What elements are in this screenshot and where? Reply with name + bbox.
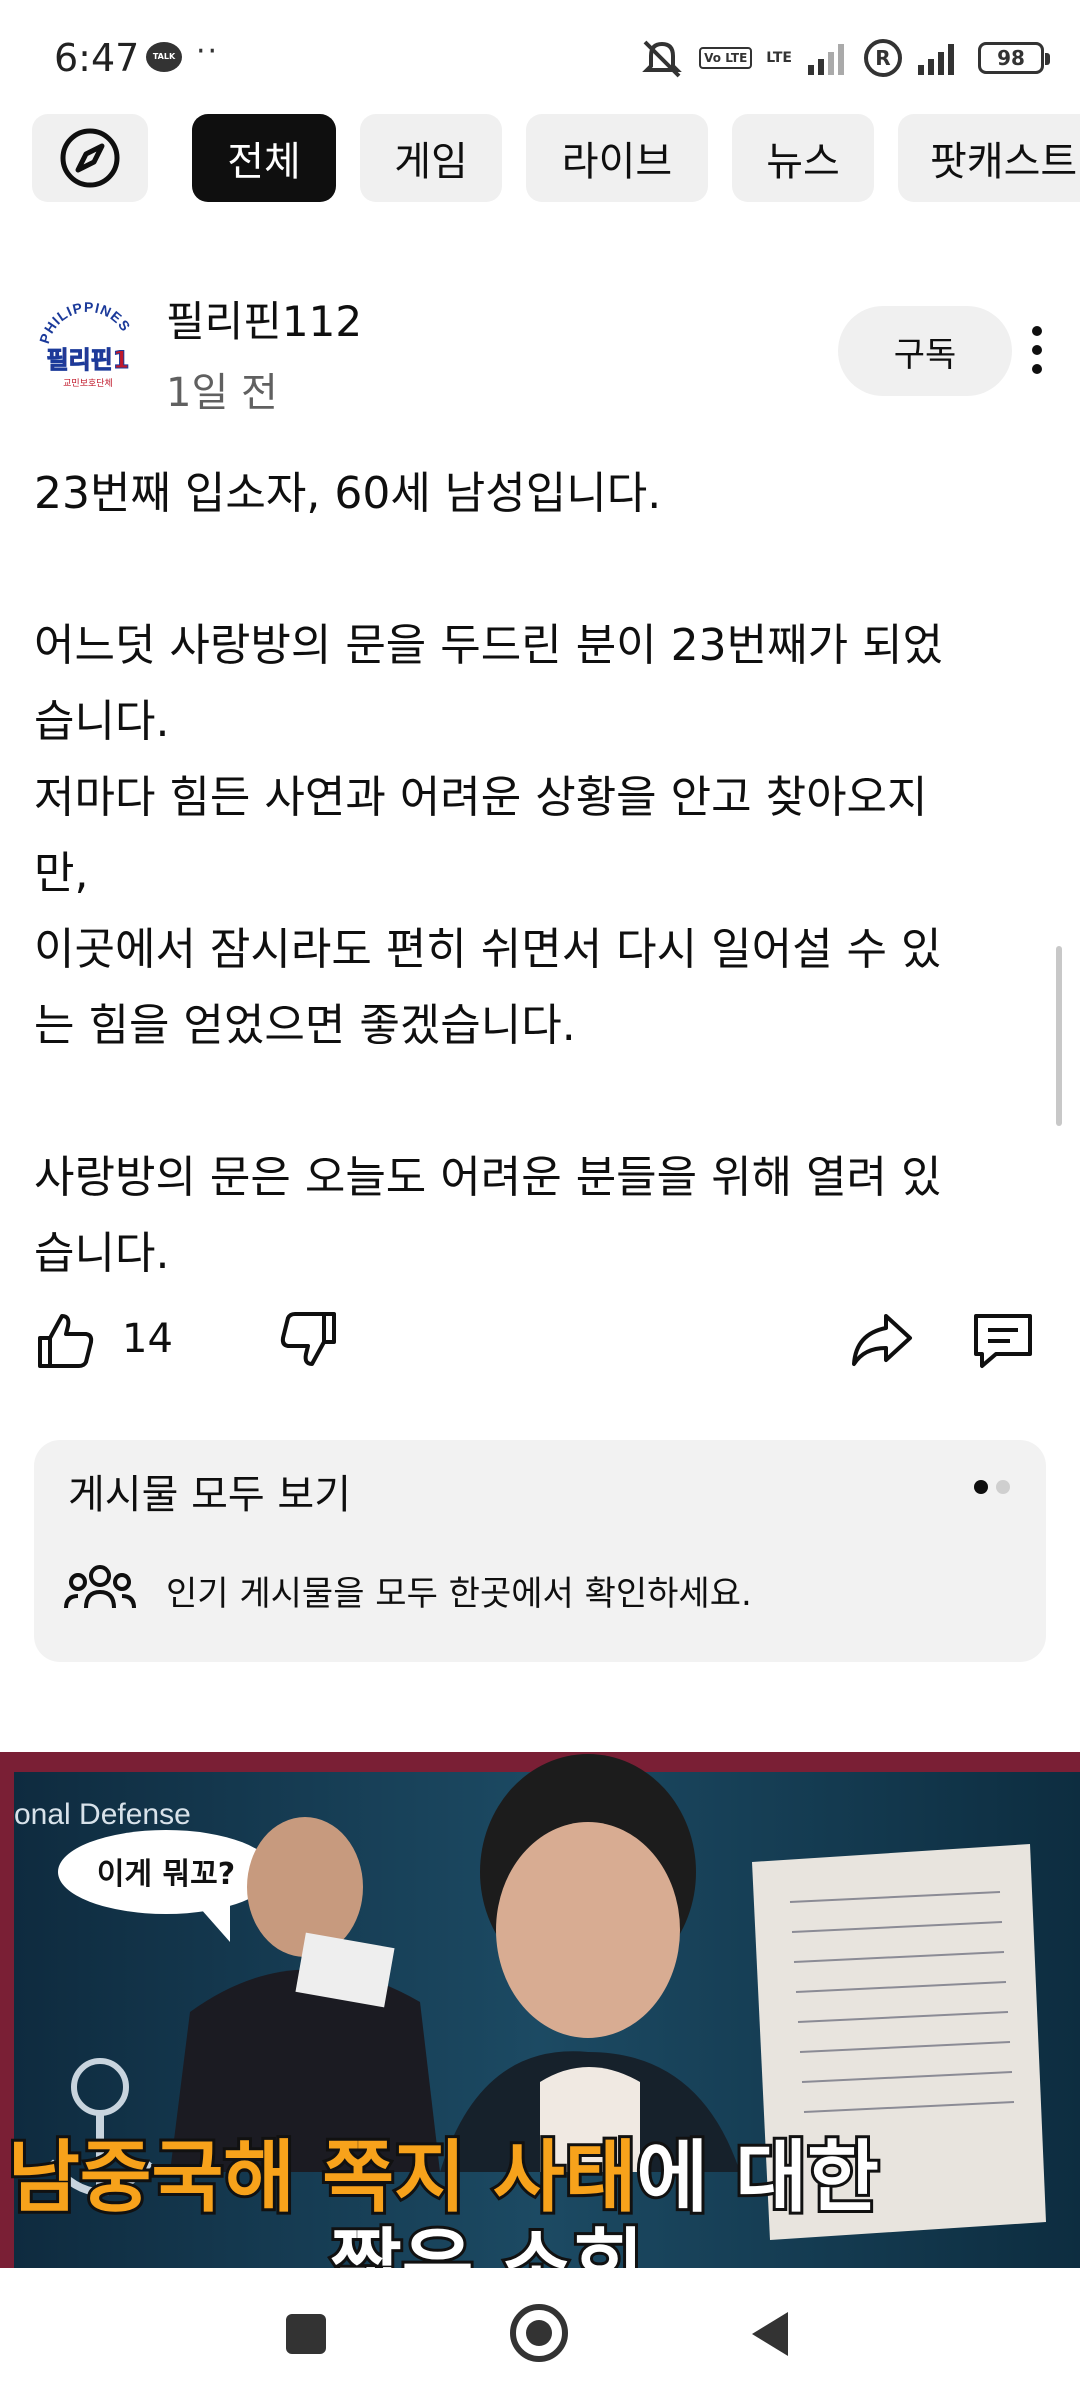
category-chips: 전체 게임 라이브 뉴스 팟캐스트 — [0, 112, 1080, 204]
svg-text:이게 뭐꼬?: 이게 뭐꼬? — [97, 1857, 235, 1892]
mute-vibrate-icon — [642, 40, 683, 78]
lte-icon: LTE — [766, 50, 792, 66]
like-count: 14 — [122, 1316, 173, 1362]
registered-icon: R — [864, 39, 902, 77]
chip-live[interactable]: 라이브 — [526, 114, 708, 202]
status-bar: 6:47 TALK ·· Vo LTE LTE R 98 — [0, 0, 1080, 110]
card-description: 인기 게시물을 모두 한곳에서 확인하세요. — [166, 1574, 752, 1614]
signal-strength-icon-2 — [918, 44, 954, 75]
channel-name[interactable]: 필리핀112 — [166, 288, 362, 349]
chip-all[interactable]: 전체 — [192, 114, 336, 202]
thumbnail-image: onal Defense 이게 뭐꼬? 남중국해 쪽지 사태에 대한 짧은 소회 — [0, 1752, 1080, 2268]
comment-icon[interactable] — [970, 1308, 1036, 1372]
svg-text:필리핀1: 필리핀1 — [47, 346, 130, 374]
chip-podcasts[interactable]: 팟캐스트 — [898, 114, 1080, 202]
svg-text:짧은 소회: 짧은 소회 — [330, 2221, 644, 2268]
svg-text:PHILIPPINES: PHILIPPINES — [36, 299, 134, 346]
signal-strength-icon — [808, 44, 844, 75]
video-thumbnail[interactable]: onal Defense 이게 뭐꼬? 남중국해 쪽지 사태에 대한 짧은 소회 — [0, 1752, 1080, 2268]
system-navigation-bar — [0, 2268, 1080, 2400]
share-icon[interactable] — [848, 1308, 914, 1372]
status-icons: Vo LTE LTE R 98 — [639, 36, 1050, 80]
recent-apps-button[interactable] — [286, 2314, 326, 2354]
svg-text:onal Defense: onal Defense — [14, 1798, 191, 1831]
scrollbar[interactable] — [1056, 946, 1062, 1126]
svg-text:남중국해 쪽지 사태에 대한: 남중국해 쪽지 사태에 대한 — [8, 2133, 879, 2223]
more-notifications-indicator: ·· — [196, 34, 220, 69]
post-timestamp: 1일 전 — [166, 370, 278, 416]
back-button[interactable] — [752, 2312, 788, 2356]
like-icon[interactable] — [34, 1308, 98, 1372]
channel-logo: PHILIPPINES 필리핀1 교민보호단체 — [36, 299, 134, 389]
compass-icon — [60, 128, 120, 188]
carousel-indicator — [974, 1480, 1010, 1494]
subscribe-button[interactable]: 구독 — [838, 306, 1012, 396]
home-button[interactable] — [510, 2304, 568, 2362]
chip-news[interactable]: 뉴스 — [732, 114, 874, 202]
chip-gaming[interactable]: 게임 — [360, 114, 502, 202]
post-text: 23번째 입소자, 60세 남성입니다. 어느덧 사랑방의 문을 두드린 분이 … — [34, 468, 944, 1279]
card-title: 게시물 모두 보기 — [68, 1472, 352, 1518]
battery-icon: 98 — [978, 42, 1050, 74]
channel-avatar[interactable]: PHILIPPINES 필리핀1 교민보호단체 — [34, 298, 142, 406]
svg-text:교민보호단체: 교민보호단체 — [63, 378, 113, 389]
status-time: 6:47 — [54, 36, 140, 80]
volte-icon: Vo LTE — [699, 47, 753, 69]
explore-button[interactable] — [32, 114, 148, 202]
more-options-icon[interactable] — [1020, 318, 1054, 382]
post-actions: 14 — [0, 1300, 1080, 1380]
dislike-icon[interactable] — [276, 1308, 340, 1372]
people-icon — [64, 1565, 136, 1609]
see-all-posts-card[interactable]: 게시물 모두 보기 인기 게시물을 모두 한곳에서 확인하세요. — [34, 1440, 1046, 1662]
kakaotalk-notification-icon: TALK — [146, 42, 182, 72]
